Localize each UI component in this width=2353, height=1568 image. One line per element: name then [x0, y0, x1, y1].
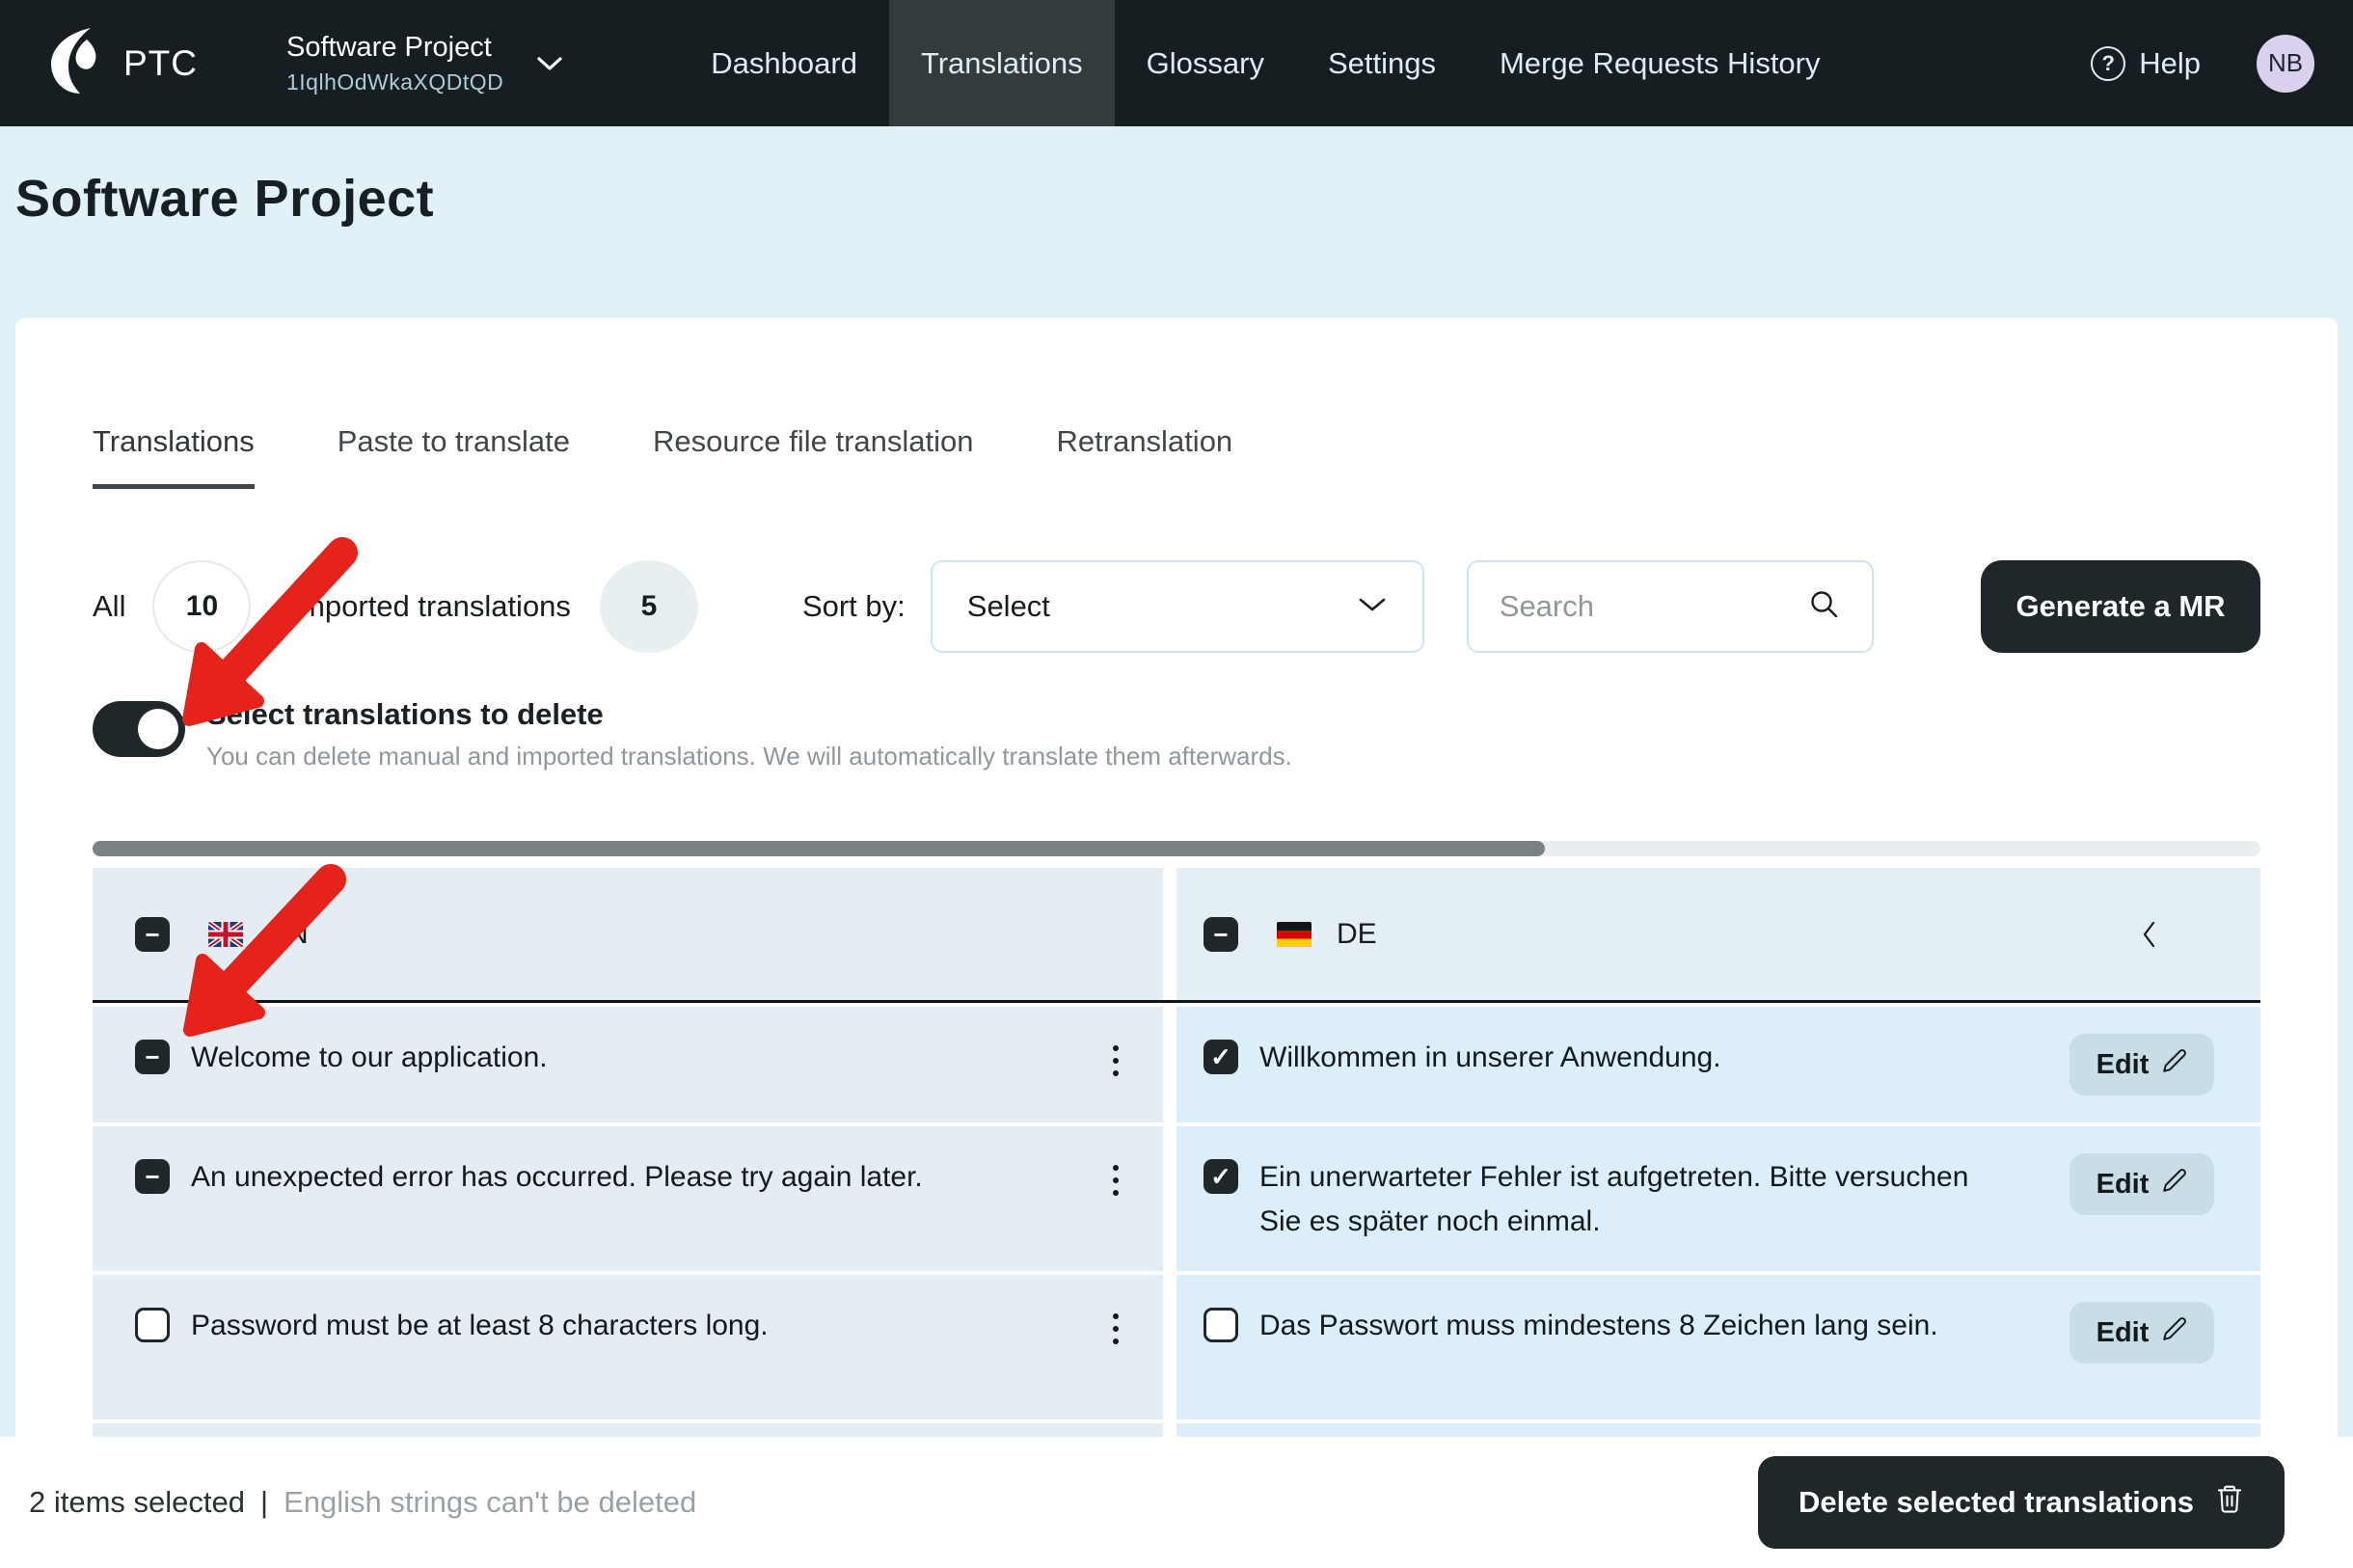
brand-name: PTC [123, 42, 198, 83]
chevron-down-icon [1357, 596, 1388, 618]
nav-item-translations[interactable]: Translations [888, 0, 1115, 126]
row-de-text: Willkommen in unserer Anwendung. [1259, 1041, 1721, 1073]
table-header-row: − EN − DE [93, 868, 2260, 1003]
nav-item-glossary[interactable]: Glossary [1115, 0, 1296, 126]
filter-row: All 10 Imported translations 5 Sort by: … [93, 560, 2260, 653]
sort-select-value: Select [966, 589, 1050, 623]
generate-mr-button[interactable]: Generate a MR [1981, 560, 2260, 653]
table-row: Password must be at least 8 characters l… [93, 1275, 2260, 1419]
project-selector[interactable]: Software Project 1IqlhOdWkaXQDtQD [286, 32, 563, 95]
tab-resource-file-translation[interactable]: Resource file translation [653, 424, 974, 489]
footer-separator: | [260, 1485, 269, 1519]
tab-paste-to-translate[interactable]: Paste to translate [338, 424, 570, 489]
project-selector-id: 1IqlhOdWkaXQDtQD [286, 68, 504, 95]
brand-logo-link[interactable]: PTC [50, 27, 198, 99]
delete-toggle-row: Select translations to delete You can de… [93, 697, 2260, 771]
footer-note: English strings can't be deleted [284, 1485, 697, 1519]
row-en-text: An unexpected error has occurred. Please… [191, 1161, 923, 1193]
select-all-en-checkbox[interactable]: − [135, 916, 170, 952]
help-label: Help [2139, 45, 2201, 80]
edit-button-label: Edit [2096, 1316, 2150, 1348]
row-cell-en: − An unexpected error has occurred. Plea… [93, 1126, 1163, 1271]
row-de-text: Das Passwort muss mindestens 8 Zeichen l… [1259, 1310, 1938, 1341]
top-navbar: PTC Software Project 1IqlhOdWkaXQDtQD Da… [0, 0, 2353, 126]
german-flag-icon [1277, 921, 1312, 947]
kebab-menu-icon[interactable] [1107, 1163, 1124, 1198]
row-cell-de: Das Passwort muss mindestens 8 Zeichen l… [1176, 1275, 2260, 1419]
help-button[interactable]: ? Help [2091, 45, 2201, 81]
filter-all-count-badge: 10 [152, 560, 252, 653]
page-title: Software Project [15, 170, 435, 228]
translations-card: Translations Paste to translate Resource… [15, 318, 2338, 1568]
row-cell-en: Password must be at least 8 characters l… [93, 1275, 1163, 1419]
row-cell-en: − Welcome to our application. [93, 1007, 1163, 1122]
row-en-checkbox[interactable]: − [135, 1159, 170, 1194]
delete-selected-button[interactable]: Delete selected translations [1757, 1456, 2285, 1549]
row-en-checkbox[interactable] [135, 1308, 170, 1342]
main-nav: Dashboard Translations Glossary Settings… [679, 0, 1852, 126]
search-icon [1808, 588, 1841, 626]
uk-flag-icon [208, 921, 243, 947]
row-de-checkbox[interactable] [1204, 1308, 1238, 1342]
row-en-text: Password must be at least 8 characters l… [191, 1310, 769, 1341]
edit-button-label: Edit [2096, 1048, 2150, 1080]
pencil-icon [2162, 1168, 2187, 1201]
row-de-checkbox[interactable]: ✓ [1204, 1040, 1238, 1074]
selected-count-text: 2 items selected [29, 1485, 245, 1519]
filter-all-label[interactable]: All [93, 589, 125, 624]
sort-select[interactable]: Select [930, 560, 1424, 653]
table-row: − An unexpected error has occurred. Plea… [93, 1126, 2260, 1271]
row-en-text: Welcome to our application. [191, 1041, 548, 1073]
delete-button-label: Delete selected translations [1798, 1485, 2194, 1519]
horizontal-scrollbar-track[interactable] [93, 841, 2260, 856]
page: PTC Software Project 1IqlhOdWkaXQDtQD Da… [0, 0, 2353, 1568]
translations-table: − EN − DE − Welcome to our application. … [93, 841, 2260, 1441]
row-de-text: Ein unerwarteter Fehler ist aufgetreten.… [1259, 1161, 1969, 1237]
sort-by-label: Sort by: [801, 589, 906, 623]
trash-icon [2215, 1483, 2244, 1522]
row-de-checkbox[interactable]: ✓ [1204, 1159, 1238, 1194]
kebab-menu-icon[interactable] [1107, 1311, 1124, 1346]
edit-button[interactable]: Edit [2069, 1153, 2214, 1215]
row-en-checkbox[interactable]: − [135, 1040, 170, 1074]
edit-button[interactable]: Edit [2069, 1302, 2214, 1364]
chevron-left-icon[interactable] [2141, 919, 2156, 950]
search-input[interactable] [1499, 589, 1808, 624]
tab-retranslation[interactable]: Retranslation [1057, 424, 1233, 489]
row-cell-de: ✓ Willkommen in unserer Anwendung. Edit [1176, 1007, 2260, 1122]
nav-item-settings[interactable]: Settings [1296, 0, 1468, 126]
pencil-icon [2162, 1048, 2187, 1081]
target-lang-label: DE [1337, 917, 1377, 950]
filter-imported-label[interactable]: Imported translations [291, 589, 570, 624]
nav-item-merge-requests-history[interactable]: Merge Requests History [1468, 0, 1853, 126]
filter-imported-count-badge: 5 [599, 560, 698, 653]
question-icon: ? [2091, 45, 2126, 81]
horizontal-scrollbar-thumb[interactable] [93, 841, 1546, 856]
toggle-description: You can delete manual and imported trans… [206, 742, 1292, 770]
toggle-label: Select translations to delete [206, 697, 604, 731]
card-tabs: Translations Paste to translate Resource… [93, 424, 2260, 489]
source-lang-label: EN [268, 917, 309, 950]
table-row: − Welcome to our application. ✓ Willkomm… [93, 1007, 2260, 1122]
project-selector-name: Software Project [286, 31, 492, 63]
pencil-icon [2162, 1316, 2187, 1349]
row-cell-de: ✓ Ein unerwarteter Fehler ist aufgetrete… [1176, 1126, 2260, 1271]
header-cell-de: − DE [1176, 868, 2260, 1000]
edit-button[interactable]: Edit [2069, 1034, 2214, 1095]
selection-footer: 2 items selected | English strings can't… [0, 1437, 2353, 1568]
toggle-knob [138, 709, 178, 749]
search-box [1466, 560, 1874, 653]
kebab-menu-icon[interactable] [1107, 1043, 1124, 1078]
select-all-de-checkbox[interactable]: − [1204, 916, 1238, 952]
chevron-down-icon [536, 56, 563, 76]
ptc-logo-icon [50, 27, 104, 99]
user-avatar[interactable]: NB [2257, 34, 2314, 93]
select-translations-toggle[interactable] [93, 701, 185, 757]
nav-item-dashboard[interactable]: Dashboard [679, 0, 889, 126]
tab-translations[interactable]: Translations [93, 424, 255, 489]
header-cell-en: − EN [93, 868, 1163, 1000]
edit-button-label: Edit [2096, 1168, 2150, 1200]
